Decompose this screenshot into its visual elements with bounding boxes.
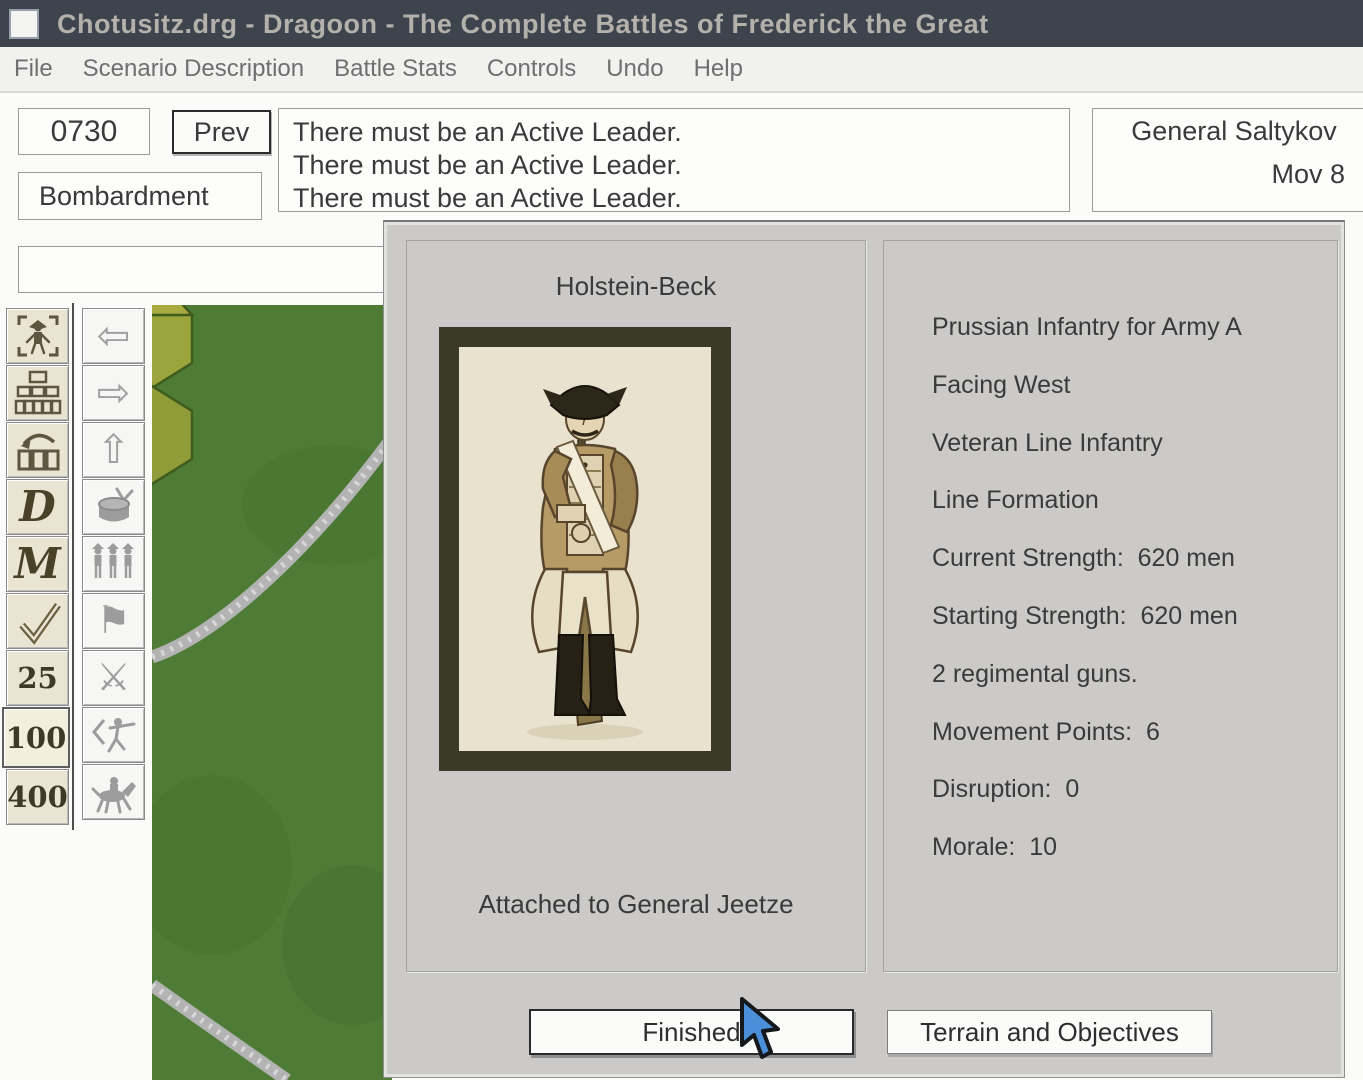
unit-portrait-panel: Holstein-Beck [406, 240, 866, 972]
unit-info-dialog: Holstein-Beck [383, 220, 1345, 1078]
cycle-units-icon [14, 426, 62, 474]
melee-button[interactable]: ⚔ [82, 650, 145, 706]
up-arrow-icon: ⇧ [97, 430, 131, 470]
checkmark-icon [14, 597, 62, 645]
next-leader-button[interactable]: ⇨ [82, 365, 145, 421]
window-title: Chotusitz.drg - Dragoon - The Complete B… [57, 9, 989, 40]
menu-undo[interactable]: Undo [606, 55, 663, 83]
unit-portrait [439, 327, 731, 771]
battle-map[interactable] [152, 305, 392, 1080]
message-line: There must be an Active Leader. [293, 149, 1069, 182]
leader-name: General Saltykov [1093, 116, 1363, 147]
cavalry-button[interactable] [82, 764, 145, 820]
toolbar-separator [72, 303, 74, 830]
soldier-illustration [459, 347, 711, 751]
menu-battle-stats[interactable]: Battle Stats [334, 55, 457, 83]
flag-button[interactable]: ⚑ [82, 593, 145, 649]
zoom-400-button[interactable]: 400 [6, 769, 69, 825]
info-formation: Line Formation [932, 486, 1099, 515]
crossed-swords-icon: ⚔ [96, 659, 130, 697]
attached-to-label: Attached to General Jeetze [407, 889, 865, 920]
menu-controls[interactable]: Controls [487, 55, 576, 83]
info-facing: Facing West [932, 371, 1070, 400]
zoom-100-label: 100 [6, 721, 67, 755]
menubar: File Scenario Description Battle Stats C… [0, 47, 1363, 93]
right-arrow-icon: ⇨ [97, 373, 131, 413]
menu-help[interactable]: Help [694, 55, 743, 83]
info-starting-strength: Starting Strength: 620 men [932, 602, 1238, 631]
left-arrow-icon: ⇦ [97, 316, 131, 356]
finished-button[interactable]: Finished [529, 1009, 854, 1055]
advance-button[interactable]: ⇧ [82, 422, 145, 478]
leader-panel: General Saltykov Mov 8 [1092, 108, 1363, 212]
zoom-25-label: 25 [17, 661, 57, 695]
menu-file[interactable]: File [14, 55, 53, 83]
window-icon[interactable] [9, 9, 39, 39]
command-d-button[interactable]: D [6, 479, 69, 535]
info-disruption: Disruption: 0 [932, 775, 1079, 804]
cavalry-icon [90, 768, 138, 816]
titlebar: Chotusitz.drg - Dragoon - The Complete B… [0, 0, 1363, 47]
flag-icon: ⚑ [96, 602, 130, 640]
message-log: There must be an Active Leader. There mu… [278, 108, 1070, 212]
app-window: Chotusitz.drg - Dragoon - The Complete B… [0, 0, 1363, 1080]
info-morale: Morale: 10 [932, 833, 1057, 862]
prev-button[interactable]: Prev [172, 110, 271, 154]
info-guns: 2 regimental guns. [932, 660, 1138, 689]
drum-icon [90, 483, 138, 531]
zoom-25-button[interactable]: 25 [6, 650, 69, 706]
menu-scenario-description[interactable]: Scenario Description [83, 55, 304, 83]
letter-m-icon: M [14, 543, 61, 585]
time-display: 0730 [18, 108, 150, 155]
info-movement-points: Movement Points: 6 [932, 718, 1160, 747]
confirm-button[interactable] [6, 593, 69, 649]
previous-leader-button[interactable]: ⇦ [82, 308, 145, 364]
cycle-units-button[interactable] [6, 422, 69, 478]
select-unit-icon [14, 312, 62, 360]
phase-display: Bombardment [18, 172, 262, 220]
zoom-100-button[interactable]: 100 [2, 707, 70, 768]
zoom-400-label: 400 [7, 780, 68, 814]
skirmish-button[interactable] [82, 707, 145, 763]
message-line: There must be an Active Leader. [293, 116, 1069, 149]
info-current-strength: Current Strength: 620 men [932, 544, 1235, 573]
skirmisher-icon [90, 711, 138, 759]
toolbar-left-column: D M 25 100 400 [6, 308, 69, 826]
command-m-button[interactable]: M [6, 536, 69, 592]
organization-chart-icon [14, 369, 62, 417]
infantry-button[interactable] [82, 536, 145, 592]
unit-stats-panel: Prussian Infantry for Army A Facing West… [883, 240, 1338, 972]
leader-movement: Mov 8 [1093, 159, 1363, 190]
message-line: There must be an Active Leader. [293, 182, 1069, 215]
drum-button[interactable] [82, 479, 145, 535]
toolbar-right-column: ⇦ ⇨ ⇧ [82, 308, 145, 821]
info-quality: Veteran Line Infantry [932, 429, 1163, 458]
letter-d-icon: D [19, 486, 55, 528]
infantry-icon [90, 540, 138, 588]
info-nationality: Prussian Infantry for Army A [932, 313, 1242, 342]
select-unit-button[interactable] [6, 308, 69, 364]
unit-name: Holstein-Beck [407, 271, 865, 302]
organization-button[interactable] [6, 365, 69, 421]
terrain-objectives-button[interactable]: Terrain and Objectives [887, 1010, 1212, 1054]
